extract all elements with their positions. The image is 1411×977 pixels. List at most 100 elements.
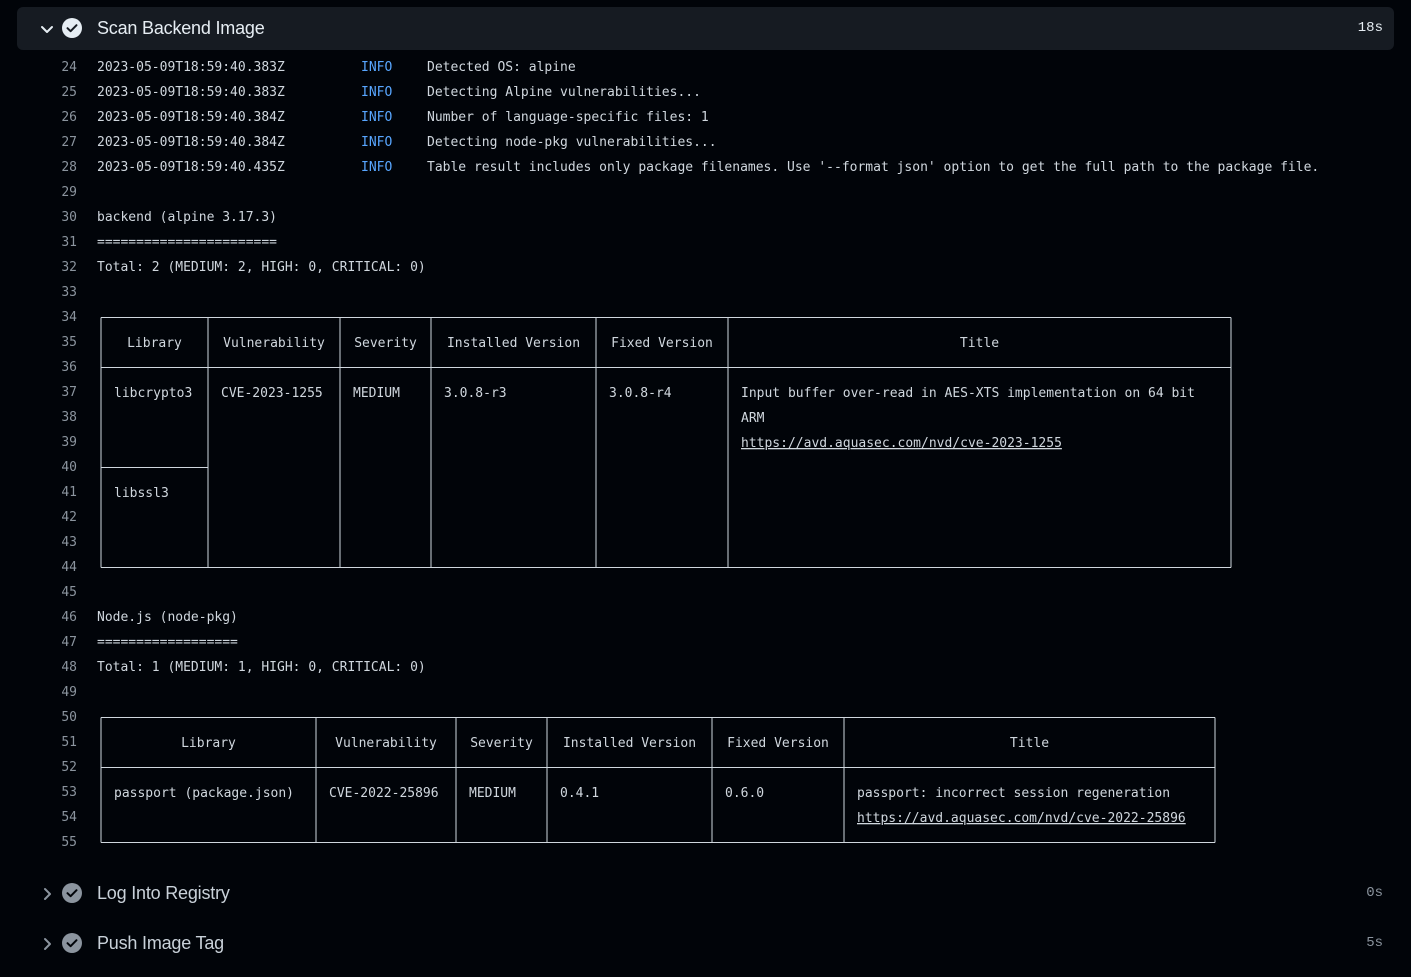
line-number[interactable]: 29 xyxy=(44,180,77,205)
log-timestamp: 2023-05-09T18:59:40.384Z xyxy=(97,110,285,125)
log-line: 30 backend (alpine 3.17.3) xyxy=(0,205,1411,230)
line-number[interactable]: 31 xyxy=(44,230,77,255)
line-number[interactable]: 33 xyxy=(44,280,77,305)
log-message: Detecting node-pkg vulnerabilities... xyxy=(427,135,717,150)
check-circle-icon xyxy=(62,933,82,953)
line-number[interactable]: 47 xyxy=(44,630,77,655)
log-level: INFO xyxy=(361,160,393,175)
section-total: Total: 1 (MEDIUM: 1, HIGH: 0, CRITICAL: … xyxy=(97,660,426,675)
line-number[interactable]: 37 xyxy=(44,380,77,405)
log-line: 37 xyxy=(0,380,1411,405)
log-line: 36 xyxy=(0,355,1411,380)
log-line: 25 2023-05-09T18:59:40.383Z INFO Detecting … xyxy=(0,80,1411,105)
log-line: 42 xyxy=(0,505,1411,530)
log-level: INFO xyxy=(361,85,393,100)
step-title: Scan Backend Image xyxy=(97,18,265,38)
line-number[interactable]: 42 xyxy=(44,505,77,530)
log-message: Detected OS: alpine xyxy=(427,60,576,75)
line-number[interactable]: 25 xyxy=(44,80,77,105)
line-number[interactable]: 39 xyxy=(44,430,77,455)
log-line: 39 xyxy=(0,430,1411,455)
log-line: 55 xyxy=(0,830,1411,855)
log-line: 45 xyxy=(0,580,1411,605)
line-number[interactable]: 27 xyxy=(44,130,77,155)
log-line: 26 2023-05-09T18:59:40.384Z INFO Number of … xyxy=(0,105,1411,130)
chevron-down-icon xyxy=(41,26,53,33)
log-level: INFO xyxy=(361,110,393,125)
log-line: 52 xyxy=(0,755,1411,780)
check-circle-icon xyxy=(62,18,82,38)
log-line: 33 xyxy=(0,280,1411,305)
log-line: 24 2023-05-09T18:59:40.383Z INFO Detected O… xyxy=(0,55,1411,80)
log-line: 38 xyxy=(0,405,1411,430)
log-line: 35 xyxy=(0,330,1411,355)
log-line: 32 Total: 2 (MEDIUM: 2, HIGH: 0, CRITICAL… xyxy=(0,255,1411,280)
line-number[interactable]: 50 xyxy=(44,705,77,730)
step-title: Push Image Tag xyxy=(97,933,224,953)
line-number[interactable]: 24 xyxy=(44,55,77,80)
chevron-right-icon xyxy=(44,938,51,950)
line-number[interactable]: 52 xyxy=(44,755,77,780)
log-timestamp: 2023-05-09T18:59:40.383Z xyxy=(97,60,285,75)
log-timestamp: 2023-05-09T18:59:40.383Z xyxy=(97,85,285,100)
log-line: 31 ======================= xyxy=(0,230,1411,255)
line-number[interactable]: 45 xyxy=(44,580,77,605)
log-line: 49 xyxy=(0,680,1411,705)
line-number[interactable]: 35 xyxy=(44,330,77,355)
step-duration: 0s xyxy=(1366,885,1383,901)
log-message: Detecting Alpine vulnerabilities... xyxy=(427,85,701,100)
log-line: 28 2023-05-09T18:59:40.435Z INFO Table resu… xyxy=(0,155,1411,180)
log-line: 54 xyxy=(0,805,1411,830)
log-line: 34 xyxy=(0,305,1411,330)
step-title: Log Into Registry xyxy=(97,883,230,903)
log-timestamp: 2023-05-09T18:59:40.435Z xyxy=(97,160,285,175)
chevron-right-icon xyxy=(44,888,51,900)
log-line: 29 xyxy=(0,180,1411,205)
log-line: 50 xyxy=(0,705,1411,730)
line-number[interactable]: 48 xyxy=(44,655,77,680)
line-number[interactable]: 46 xyxy=(44,605,77,630)
section-underline: ================== xyxy=(97,635,238,650)
log-line: 47 ================== xyxy=(0,630,1411,655)
line-number[interactable]: 32 xyxy=(44,255,77,280)
log-line: 53 xyxy=(0,780,1411,805)
section-heading: backend (alpine 3.17.3) xyxy=(97,210,278,225)
line-number[interactable]: 55 xyxy=(44,830,77,855)
log-line: 27 2023-05-09T18:59:40.384Z INFO Detecting … xyxy=(0,130,1411,155)
line-number[interactable]: 54 xyxy=(44,805,77,830)
log-level: INFO xyxy=(361,60,393,75)
line-number[interactable]: 34 xyxy=(44,305,77,330)
log-line: 44 xyxy=(0,555,1411,580)
log-message: Number of language-specific files: 1 xyxy=(427,110,709,125)
log-line: 43 xyxy=(0,530,1411,555)
log-line: 48 Total: 1 (MEDIUM: 1, HIGH: 0, CRITICAL… xyxy=(0,655,1411,680)
line-number[interactable]: 40 xyxy=(44,455,77,480)
log-output: 24 2023-05-09T18:59:40.383Z INFO Detected O… xyxy=(0,55,1411,855)
line-number[interactable]: 38 xyxy=(44,405,77,430)
line-number[interactable]: 36 xyxy=(44,355,77,380)
line-number[interactable]: 49 xyxy=(44,680,77,705)
log-message: Table result includes only package filen… xyxy=(427,160,1320,175)
step-header-push-image-tag[interactable]: Push Image Tag 5s xyxy=(17,922,1394,965)
check-circle-icon xyxy=(62,883,82,903)
line-number[interactable]: 28 xyxy=(44,155,77,180)
line-number[interactable]: 51 xyxy=(44,730,77,755)
line-number[interactable]: 44 xyxy=(44,555,77,580)
section-underline: ======================= xyxy=(97,235,278,250)
line-number[interactable]: 26 xyxy=(44,105,77,130)
line-number[interactable]: 53 xyxy=(44,780,77,805)
section-heading: Node.js (node-pkg) xyxy=(97,610,238,625)
log-line: 40 xyxy=(0,455,1411,480)
line-number[interactable]: 43 xyxy=(44,530,77,555)
step-duration: 5s xyxy=(1366,935,1383,951)
line-number[interactable]: 41 xyxy=(44,480,77,505)
log-line: 46 Node.js (node-pkg) xyxy=(0,605,1411,630)
step-header-log-into-registry[interactable]: Log Into Registry 0s xyxy=(17,872,1394,915)
log-line: 51 xyxy=(0,730,1411,755)
log-timestamp: 2023-05-09T18:59:40.384Z xyxy=(97,135,285,150)
log-level: INFO xyxy=(361,135,393,150)
line-number[interactable]: 30 xyxy=(44,205,77,230)
log-line: 41 xyxy=(0,480,1411,505)
step-duration: 18s xyxy=(1357,20,1383,36)
step-header-scan-backend-image[interactable]: Scan Backend Image 18s xyxy=(17,7,1394,50)
